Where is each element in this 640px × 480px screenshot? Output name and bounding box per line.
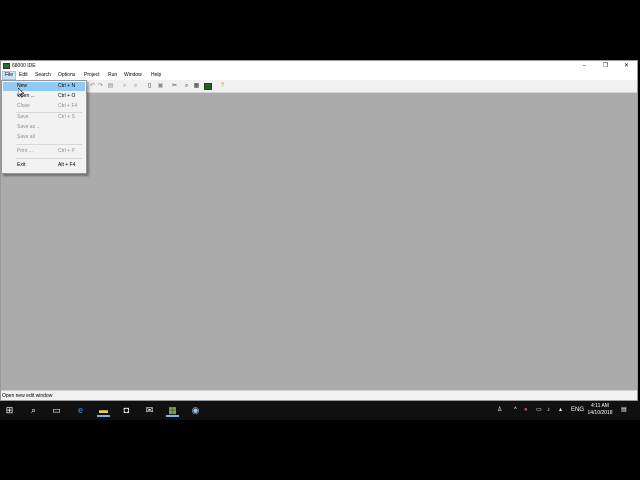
export-icon[interactable]: ▣: [157, 83, 164, 90]
tools-icon[interactable]: ✂: [171, 83, 178, 90]
menu-option-print[interactable]: Print ... Ctrl + P: [3, 147, 85, 156]
menu-option-label: Print ...: [17, 148, 33, 154]
editor-area[interactable]: [1, 93, 637, 391]
redo-icon[interactable]: ↷: [97, 83, 104, 90]
menu-option-shortcut: Ctrl + O: [58, 93, 76, 99]
menu-option-exit[interactable]: Exit Alt + F4: [3, 161, 85, 170]
menu-project[interactable]: Project: [82, 71, 102, 80]
desktop-screen: 68000 IDE – ❐ ✕ File Edit Search Options…: [0, 0, 640, 480]
status-bar: Open new edit window: [1, 390, 637, 400]
store-icon[interactable]: ◘: [120, 404, 133, 417]
menu-separator: [16, 144, 82, 145]
menu-separator: [16, 158, 82, 159]
edge-icon[interactable]: e: [74, 404, 87, 417]
menu-option-shortcut: Ctrl + S: [58, 114, 75, 120]
task-view-icon[interactable]: ▭: [50, 404, 63, 417]
network-icon[interactable]: ▴: [559, 405, 562, 416]
menu-option-shortcut: Alt + F4: [58, 162, 76, 168]
clock[interactable]: 4:11 AM 14/10/2018: [585, 403, 615, 417]
status-text: Open new edit window: [2, 393, 53, 399]
menu-option-new[interactable]: New Ctrl + N: [3, 82, 85, 91]
maximize-button[interactable]: ❐: [595, 61, 616, 71]
volume-icon[interactable]: ♪: [547, 405, 550, 416]
notifications-icon[interactable]: ▤: [621, 405, 627, 416]
taskbar: ⊞ ⌕ ▭ e ▬ ◘ ✉ ▦ ◉ ♙ ^ ● ▭ ♪ ▴ ENG 4:11 A…: [0, 401, 640, 420]
menu-option-shortcut: Ctrl + P: [58, 148, 75, 154]
menu-bar: File Edit Search Options Project Run Win…: [1, 71, 637, 80]
find-icon[interactable]: ⌕: [121, 83, 128, 90]
menu-option-save-all[interactable]: Save all: [3, 133, 85, 142]
menu-option-shortcut: Ctrl + F4: [58, 103, 78, 109]
toolbar: ↶ ↷ ▤ ⌕ ⌕ ▯ ▣ ✂ ⌕ ▦ ?: [1, 80, 637, 93]
menu-run[interactable]: Run: [106, 71, 119, 80]
app-icon: [3, 63, 10, 69]
people-icon[interactable]: ♙: [497, 405, 502, 416]
window-title: 68000 IDE: [12, 63, 36, 69]
menu-option-close[interactable]: Close Ctrl + F4: [3, 102, 85, 111]
menu-file[interactable]: File: [2, 71, 17, 80]
help-icon[interactable]: ?: [219, 83, 226, 90]
menu-option-label: Save all: [17, 134, 35, 140]
close-button[interactable]: ✕: [616, 61, 637, 71]
clock-time: 4:11 AM: [591, 403, 609, 409]
chevron-up-icon[interactable]: ^: [514, 405, 517, 416]
search-icon[interactable]: ⌕: [27, 404, 40, 417]
minimize-button[interactable]: –: [574, 61, 595, 71]
menu-option-open[interactable]: Open ... Ctrl + O: [3, 92, 85, 101]
mouse-cursor-icon: [18, 88, 24, 97]
menu-options[interactable]: Options: [56, 71, 77, 80]
menu-option-save[interactable]: Save Ctrl + S: [3, 113, 85, 122]
menu-search[interactable]: Search: [33, 71, 53, 80]
windows-start-icon[interactable]: ⊞: [3, 404, 16, 417]
print-preview-icon[interactable]: ▯: [146, 83, 153, 90]
record-icon[interactable]: ●: [524, 405, 528, 416]
menu-option-label: Close: [17, 103, 30, 109]
file-explorer-icon[interactable]: ▬: [97, 404, 110, 417]
menu-edit[interactable]: Edit: [17, 71, 30, 80]
ide-window: 68000 IDE – ❐ ✕ File Edit Search Options…: [0, 60, 638, 401]
menu-window[interactable]: Window: [122, 71, 144, 80]
menu-option-shortcut: Ctrl + N: [58, 83, 76, 89]
menu-help[interactable]: Help: [149, 71, 163, 80]
menu-option-label: Exit: [17, 162, 26, 168]
menu-option-label: Save: [17, 114, 29, 120]
battery-icon[interactable]: ▭: [536, 405, 542, 416]
menu-option-label: Save as ...: [17, 124, 41, 130]
other-app-icon[interactable]: ◉: [189, 404, 202, 417]
copy-icon[interactable]: ▤: [107, 83, 114, 90]
memory-icon[interactable]: ▦: [193, 83, 200, 90]
language-indicator[interactable]: ENG: [571, 405, 584, 416]
title-bar[interactable]: 68000 IDE – ❐ ✕: [1, 61, 637, 71]
zoom-icon[interactable]: ⌕: [183, 83, 190, 90]
ide-app-icon[interactable]: ▦: [166, 404, 179, 417]
undo-icon[interactable]: ↶: [89, 83, 96, 90]
file-dropdown-menu: New Ctrl + N Open ... Ctrl + O Close Ctr…: [1, 80, 87, 174]
menu-option-save-as[interactable]: Save as ...: [3, 123, 85, 132]
clock-date: 14/10/2018: [587, 410, 613, 416]
run-icon[interactable]: [204, 83, 212, 90]
find-next-icon[interactable]: ⌕: [132, 83, 139, 90]
mail-icon[interactable]: ✉: [143, 404, 156, 417]
